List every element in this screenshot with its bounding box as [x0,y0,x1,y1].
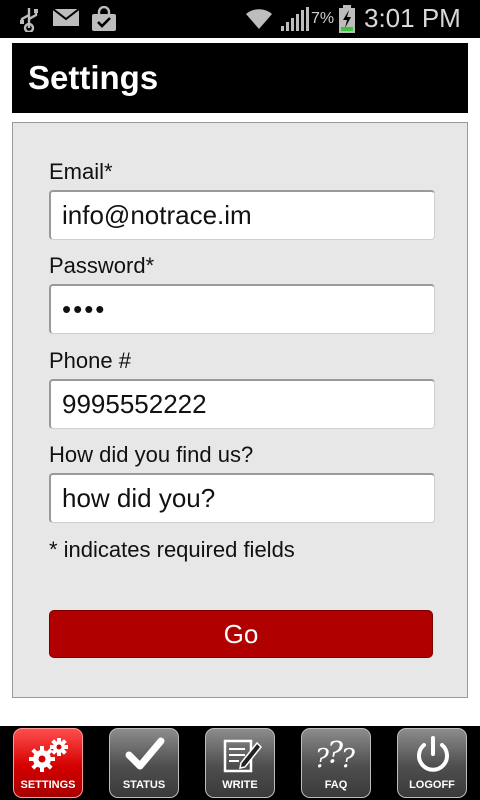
go-button[interactable]: Go [49,610,433,658]
nav-logoff[interactable]: LOGOFF [397,728,467,798]
required-fields-note: * indicates required fields [49,537,295,562]
email-label: Email* [49,159,113,184]
gears-icon [29,738,68,772]
battery-charging-icon [339,5,355,33]
question-marks-icon: ? ? ? [315,736,356,774]
nav-faq[interactable]: ? ? ? FAQ [301,728,371,798]
nav-label-status: STATUS [122,779,166,791]
phone-label: Phone # [49,348,131,373]
clock: 3:01 PM [364,3,461,33]
referral-label: How did you find us? [49,442,254,467]
nav-label-write: WRITE [222,779,258,791]
nav-label-logoff: LOGOFF [409,779,455,791]
wifi-icon [246,9,272,29]
settings-form: Email* Password* Phone # How did you fin… [12,122,468,698]
nav-settings[interactable]: SETTINGS [13,728,83,798]
nav-status[interactable]: STATUS [109,728,179,798]
battery-percent: 7% [311,10,335,27]
usb-icon [20,8,38,32]
page-title: Settings [28,59,159,96]
nav-write[interactable]: WRITE [205,728,275,798]
bottom-nav: SETTINGS STATUS WRITE ? ? ? FAQ LOGOFF [0,726,480,800]
checkmark-icon [125,737,165,770]
nav-label-faq: FAQ [324,779,348,791]
mail-icon [52,8,80,26]
signal-icon [281,7,309,31]
pencil-note-icon [223,739,263,773]
phone-field[interactable] [49,379,435,429]
password-field[interactable] [49,284,435,334]
page-header: Settings [12,43,468,113]
email-field[interactable] [49,190,435,240]
nav-label-settings: SETTINGS [20,779,76,791]
svg-text:?: ? [341,744,356,774]
status-bar: 7% 3:01 PM [0,0,480,38]
password-label: Password* [49,253,155,278]
referral-field[interactable] [49,473,435,523]
power-icon [417,736,449,772]
shopping-bag-icon [92,6,116,31]
